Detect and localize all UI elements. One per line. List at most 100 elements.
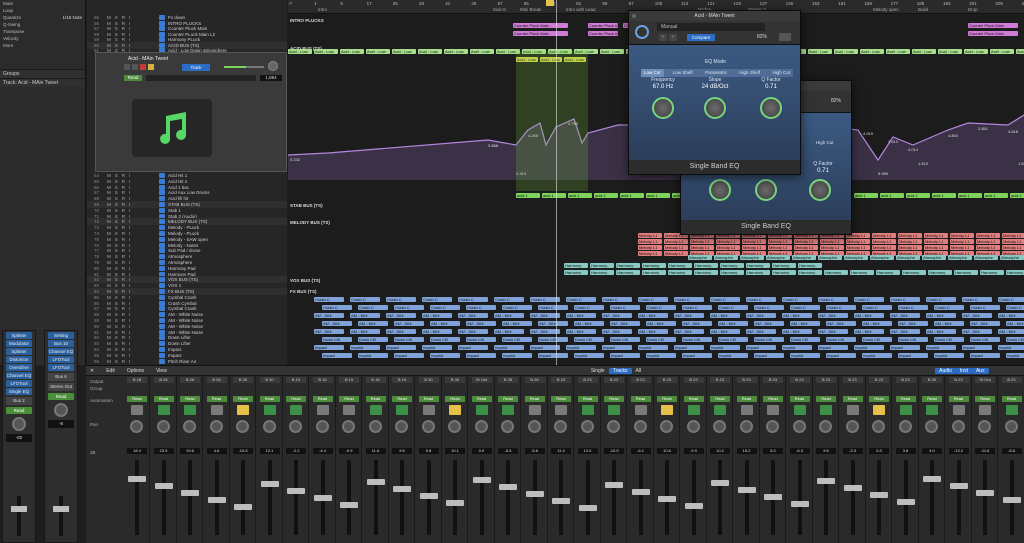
region-melody[interactable]: Melody L1: [846, 245, 870, 250]
automation-mode[interactable]: Read: [124, 75, 142, 81]
marker[interactable]: Intro: [318, 7, 327, 12]
automation-mode[interactable]: Read: [498, 396, 518, 402]
region-melody[interactable]: Melody L1: [794, 245, 818, 250]
region-acid[interactable]: Acid - Low: [912, 49, 936, 54]
volume-fader[interactable]: [956, 460, 961, 535]
plugin-titlebar[interactable]: Acid - MAin Tweet: [629, 11, 800, 21]
region-stab[interactable]: acid 1: [594, 193, 618, 198]
region-fx[interactable]: AM - Whi: [998, 313, 1024, 318]
automation-mode[interactable]: Read: [206, 396, 227, 402]
marker[interactable]: Build: [918, 7, 928, 12]
region-pluck[interactable]: Counter Pluck Main: [968, 31, 1018, 36]
region-melody[interactable]: Melody L1: [950, 233, 974, 238]
eq-mode-0[interactable]: Low Cut: [641, 69, 664, 77]
region-fx[interactable]: AM - Whi: [898, 321, 928, 326]
volume-fader[interactable]: [585, 460, 590, 535]
automation-mode[interactable]: Read: [789, 396, 810, 402]
region-melody[interactable]: Melody L1: [768, 245, 792, 250]
region-fx[interactable]: Down Lift: [682, 337, 712, 342]
region-fx[interactable]: AM - Whi: [1006, 321, 1024, 326]
region-stab[interactable]: acid 1: [958, 193, 982, 198]
region-melody[interactable]: Melody L1: [872, 233, 896, 238]
region-acid[interactable]: Acid - Low: [808, 49, 832, 54]
volume-fader[interactable]: [53, 496, 69, 536]
volume-fader[interactable]: [691, 460, 696, 535]
plugin-slot[interactable]: Splinter: [6, 332, 32, 339]
region-fx[interactable]: AM - Whi: [314, 313, 344, 318]
region-fx[interactable]: Impact: [826, 353, 856, 358]
eq-mode-1[interactable]: Low Shelf: [670, 69, 696, 77]
pan-knob[interactable]: [183, 420, 196, 433]
region-harmony[interactable]: Harmony: [772, 270, 796, 275]
region-fx[interactable]: Impact: [862, 353, 892, 358]
pan-knob[interactable]: [236, 420, 249, 433]
eq-mode-3[interactable]: High Shelf: [736, 69, 763, 77]
plugin-slot[interactable]: LFOTool: [48, 364, 74, 371]
region-harmony[interactable]: Harmony: [642, 263, 666, 268]
output-slot[interactable]: B 23: [816, 377, 836, 383]
output-slot[interactable]: Stereo Out: [48, 383, 74, 391]
region-fx[interactable]: Impact: [674, 345, 704, 350]
region-melody[interactable]: Melody L1: [846, 239, 870, 244]
region-fx[interactable]: AM - Whi: [386, 313, 416, 318]
region-stab[interactable]: acid 1: [542, 193, 566, 198]
fader-cap[interactable]: [181, 490, 199, 496]
region-fx[interactable]: AM - Whi: [646, 321, 676, 326]
view-all[interactable]: All: [632, 368, 646, 374]
automation-mode[interactable]: Read: [869, 396, 889, 402]
inspector-row[interactable]: Quantize 1/16 Note: [0, 14, 85, 21]
region-fx[interactable]: AM - Whi: [458, 313, 488, 318]
region-melody[interactable]: Melody L1: [872, 239, 896, 244]
plugin-slot[interactable]: Splinter: [6, 348, 32, 355]
fader-cap[interactable]: [923, 476, 941, 482]
fader-cap[interactable]: [790, 501, 809, 507]
region-fx[interactable]: Crash C: [818, 297, 848, 302]
region-fx[interactable]: AM - Whi: [818, 313, 848, 318]
region-melody[interactable]: Melody L1: [794, 239, 818, 244]
region-atmosphere[interactable]: Atmosphe: [974, 255, 998, 260]
region-stab[interactable]: acid 1: [984, 193, 1008, 198]
region-fx[interactable]: AM - Whi: [430, 321, 460, 326]
region-stab[interactable]: acid 1: [620, 193, 644, 198]
automation-mode[interactable]: Read: [922, 396, 942, 402]
mute-button[interactable]: [124, 64, 130, 70]
region-fx[interactable]: Impact: [890, 345, 920, 350]
power-icon[interactable]: [635, 25, 649, 39]
region-melody[interactable]: Melody L1: [924, 239, 948, 244]
output-slot[interactable]: B 18: [365, 377, 386, 383]
automation-mode[interactable]: Read: [551, 396, 571, 402]
region-stab[interactable]: acid 1: [854, 193, 878, 198]
automation-mode[interactable]: Read: [736, 396, 757, 402]
region-fx[interactable]: Impact: [358, 353, 388, 358]
volume-fader[interactable]: [824, 460, 828, 535]
region-fx[interactable]: Down Lift: [646, 337, 676, 342]
region-fx[interactable]: Impact: [386, 345, 416, 350]
output-slot[interactable]: B 23: [869, 377, 889, 383]
track-header[interactable]: 96 M S R I Pitch Riser Air: [87, 358, 287, 365]
plugin-slot[interactable]: Channel EQ: [48, 348, 74, 355]
region-fx[interactable]: Crash C: [782, 297, 812, 302]
output-slot[interactable]: B 19: [392, 377, 412, 383]
region-harmony[interactable]: Harmony: [980, 270, 1004, 275]
region-fx[interactable]: AM - Whi: [602, 329, 632, 334]
region-fx[interactable]: Crash C: [934, 305, 964, 310]
region-fx[interactable]: Crash C: [970, 305, 1000, 310]
region-fx[interactable]: Crash C: [602, 297, 632, 302]
automation-mode[interactable]: Read: [816, 396, 836, 402]
region-harmony[interactable]: Harmony: [772, 263, 796, 268]
marker[interactable]: Mini Break: [520, 7, 541, 12]
pan-knob[interactable]: [580, 420, 594, 433]
output-slot[interactable]: B 23: [948, 377, 969, 383]
region-fx[interactable]: Crash C: [502, 305, 532, 310]
region-fx[interactable]: AM - Whi: [394, 321, 424, 326]
region-fx[interactable]: Crash C: [854, 297, 884, 302]
region-fx[interactable]: AM - Whi: [422, 313, 452, 318]
region-fx[interactable]: Crash C: [350, 297, 380, 302]
region-fx[interactable]: Down Lift: [970, 337, 1000, 342]
fader-cap[interactable]: [499, 484, 517, 490]
pan-knob[interactable]: [421, 420, 435, 433]
input-button[interactable]: I: [129, 359, 130, 364]
send-slot[interactable]: Bus 2: [6, 397, 32, 405]
volume-fader[interactable]: [850, 460, 855, 535]
fader-cap[interactable]: [870, 492, 888, 498]
